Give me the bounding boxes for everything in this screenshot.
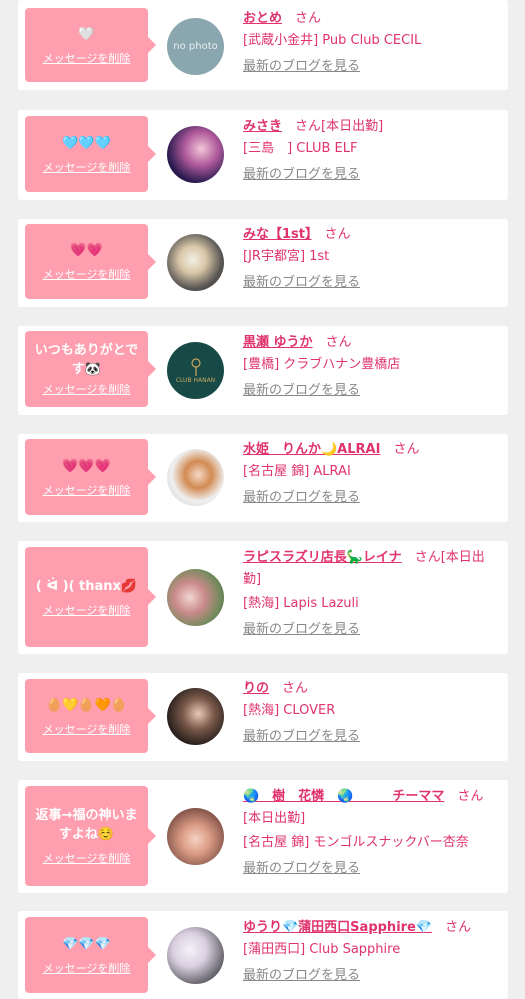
avatar[interactable] [167, 449, 224, 506]
avatar[interactable]: no photo [167, 18, 224, 75]
shop-name: [JR宇都宮] 1st [243, 249, 330, 264]
latest-blog-link[interactable]: 最新のブログを見る [243, 858, 360, 880]
message-bubble: 🤍 メッセージを削除 [25, 8, 156, 82]
user-info: ラピスラズリ店長🦕レイナ さん[本日出勤] [熱海] Lapis Lazuli … [243, 547, 498, 641]
avatar[interactable] [167, 569, 224, 626]
status-text: [本日出勤] [321, 119, 384, 134]
user-info: 黒瀬 ゆうか さん [豊橋] クラブハナン豊橋店 最新のブログを見る [243, 332, 498, 402]
honorific: さん [282, 681, 309, 696]
list-item: 返事→福の神いますよね☺️ メッセージを削除 🌏 樹 花憐 🌏 チーママ さん [… [18, 780, 508, 893]
list-item: 💗💗 メッセージを削除 みな【1st】 さん [JR宇都宮] 1st 最新のブロ… [18, 219, 508, 307]
user-name-link[interactable]: ゆうり💎蒲田西口Sapphire💎 [243, 920, 432, 935]
message-bubble: 💗💗 メッセージを削除 [25, 224, 156, 299]
user-name-link[interactable]: りの [243, 681, 269, 696]
delete-message-link[interactable]: メッセージを削除 [43, 50, 131, 66]
list-item: 🥚💛🥚🧡🥚 メッセージを削除 りの さん [熱海] CLOVER 最新のブログを… [18, 673, 508, 761]
user-name-link[interactable]: 黒瀬 ゆうか [243, 335, 313, 350]
shop-name: [豊橋] クラブハナン豊橋店 [243, 357, 401, 372]
message-text: 🥚💛🥚🧡🥚 [46, 697, 127, 713]
rose-logo-icon [190, 358, 201, 376]
list-item: ( ᐛ )( thanx💋 メッセージを削除 ラピスラズリ店長🦕レイナ さん[本… [18, 541, 508, 654]
latest-blog-link[interactable]: 最新のブログを見る [243, 726, 360, 748]
honorific: さん [295, 11, 322, 26]
delete-message-link[interactable]: メッセージを削除 [43, 602, 131, 618]
latest-blog-link[interactable]: 最新のブログを見る [243, 56, 360, 78]
list-item: 🩵🩵🩵 メッセージを削除 みさき さん[本日出勤] [三島 ] CLUB ELF… [18, 110, 508, 200]
message-text: 返事→福の神いますよね☺️ [35, 808, 138, 842]
message-text: ( ᐛ )( thanx💋 [35, 578, 138, 594]
user-info: 🌏 樹 花憐 🌏 チーママ さん [本日出勤] [名古屋 錦] モンゴルスナックバ… [243, 786, 498, 880]
honorific: さん [414, 550, 441, 565]
message-text: いつもありがとです🐼 [34, 343, 139, 377]
honorific: さん [324, 227, 351, 242]
list-item: いつもありがとです🐼 メッセージを削除 CLUB HANAN 黒瀬 ゆうか さん… [18, 326, 508, 415]
shop-name: [熱海] Lapis Lazuli [243, 596, 359, 611]
status-text: [本日出勤] [243, 811, 306, 826]
message-bubble: 返事→福の神いますよね☺️ メッセージを削除 [25, 786, 156, 886]
latest-blog-link[interactable]: 最新のブログを見る [243, 965, 360, 987]
message-bubble: 💎💎💎 メッセージを削除 [25, 917, 156, 993]
latest-blog-link[interactable]: 最新のブログを見る [243, 487, 360, 509]
honorific: さん [295, 119, 322, 134]
user-info: ゆうり💎蒲田西口Sapphire💎 さん [蒲田西口] Club Sapphir… [243, 917, 498, 987]
avatar[interactable]: CLUB HANAN [167, 342, 224, 399]
message-bubble: 🥚💛🥚🧡🥚 メッセージを削除 [25, 679, 156, 753]
user-info: みな【1st】 さん [JR宇都宮] 1st 最新のブログを見る [243, 224, 498, 294]
delete-message-link[interactable]: メッセージを削除 [43, 850, 131, 866]
delete-message-link[interactable]: メッセージを削除 [43, 721, 131, 737]
avatar-logo-text: CLUB HANAN [175, 377, 216, 384]
avatar[interactable] [167, 927, 224, 984]
message-text: 🤍 [78, 26, 95, 42]
user-name-link[interactable]: みな【1st】 [243, 227, 312, 242]
shop-name: [蒲田西口] Club Sapphire [243, 942, 401, 957]
shop-name: [三島 ] CLUB ELF [243, 141, 358, 156]
list-item: 💗💗💗 メッセージを削除 水姫 りんか🌙ALRAI さん [名古屋 錦] ALR… [18, 434, 508, 522]
delete-message-link[interactable]: メッセージを削除 [43, 159, 131, 175]
honorific: さん [393, 442, 420, 457]
user-info: 水姫 りんか🌙ALRAI さん [名古屋 錦] ALRAI 最新のブログを見る [243, 439, 498, 509]
message-bubble: ( ᐛ )( thanx💋 メッセージを削除 [25, 547, 156, 647]
delete-message-link[interactable]: メッセージを削除 [43, 266, 131, 282]
honorific: さん [325, 335, 352, 350]
list-item: 💎💎💎 メッセージを削除 ゆうり💎蒲田西口Sapphire💎 さん [蒲田西口]… [18, 911, 508, 999]
message-text: 🩵🩵🩵 [62, 135, 111, 151]
user-info: みさき さん[本日出勤] [三島 ] CLUB ELF 最新のブログを見る [243, 116, 498, 186]
user-info: おとめ さん [武蔵小金井] Pub Club CECIL 最新のブログを見る [243, 8, 498, 78]
honorific: さん [445, 920, 472, 935]
avatar[interactable] [167, 808, 224, 865]
user-name-link[interactable]: みさき [243, 119, 282, 134]
latest-blog-link[interactable]: 最新のブログを見る [243, 272, 360, 294]
avatar[interactable] [167, 234, 224, 291]
honorific: さん [457, 789, 484, 804]
list-item: 🤍 メッセージを削除 no photo おとめ さん [武蔵小金井] Pub C… [18, 0, 508, 90]
delete-message-link[interactable]: メッセージを削除 [43, 381, 131, 397]
message-bubble: 🩵🩵🩵 メッセージを削除 [25, 116, 156, 192]
latest-blog-link[interactable]: 最新のブログを見る [243, 164, 360, 186]
latest-blog-link[interactable]: 最新のブログを見る [243, 619, 360, 641]
user-name-link[interactable]: 🌏 樹 花憐 🌏 チーママ [243, 789, 444, 804]
shop-name: [名古屋 錦] モンゴルスナックバー杏奈 [243, 835, 469, 850]
message-text: 💎💎💎 [62, 936, 111, 952]
avatar-placeholder-text: no photo [173, 41, 218, 52]
user-info: りの さん [熱海] CLOVER 最新のブログを見る [243, 678, 498, 748]
avatar[interactable] [167, 688, 224, 745]
shop-name: [武蔵小金井] Pub Club CECIL [243, 33, 422, 48]
avatar[interactable] [167, 126, 224, 183]
shop-name: [熱海] CLOVER [243, 703, 336, 718]
delete-message-link[interactable]: メッセージを削除 [43, 960, 131, 976]
message-text: 💗💗💗 [62, 458, 111, 474]
delete-message-link[interactable]: メッセージを削除 [43, 482, 131, 498]
user-name-link[interactable]: ラピスラズリ店長🦕レイナ [243, 550, 402, 565]
shop-name: [名古屋 錦] ALRAI [243, 464, 351, 479]
user-name-link[interactable]: おとめ [243, 11, 282, 26]
message-text: 💗💗 [70, 243, 103, 258]
message-bubble: 💗💗💗 メッセージを削除 [25, 439, 156, 515]
latest-blog-link[interactable]: 最新のブログを見る [243, 380, 360, 402]
user-name-link[interactable]: 水姫 りんか🌙ALRAI [243, 442, 380, 457]
message-bubble: いつもありがとです🐼 メッセージを削除 [25, 331, 156, 407]
